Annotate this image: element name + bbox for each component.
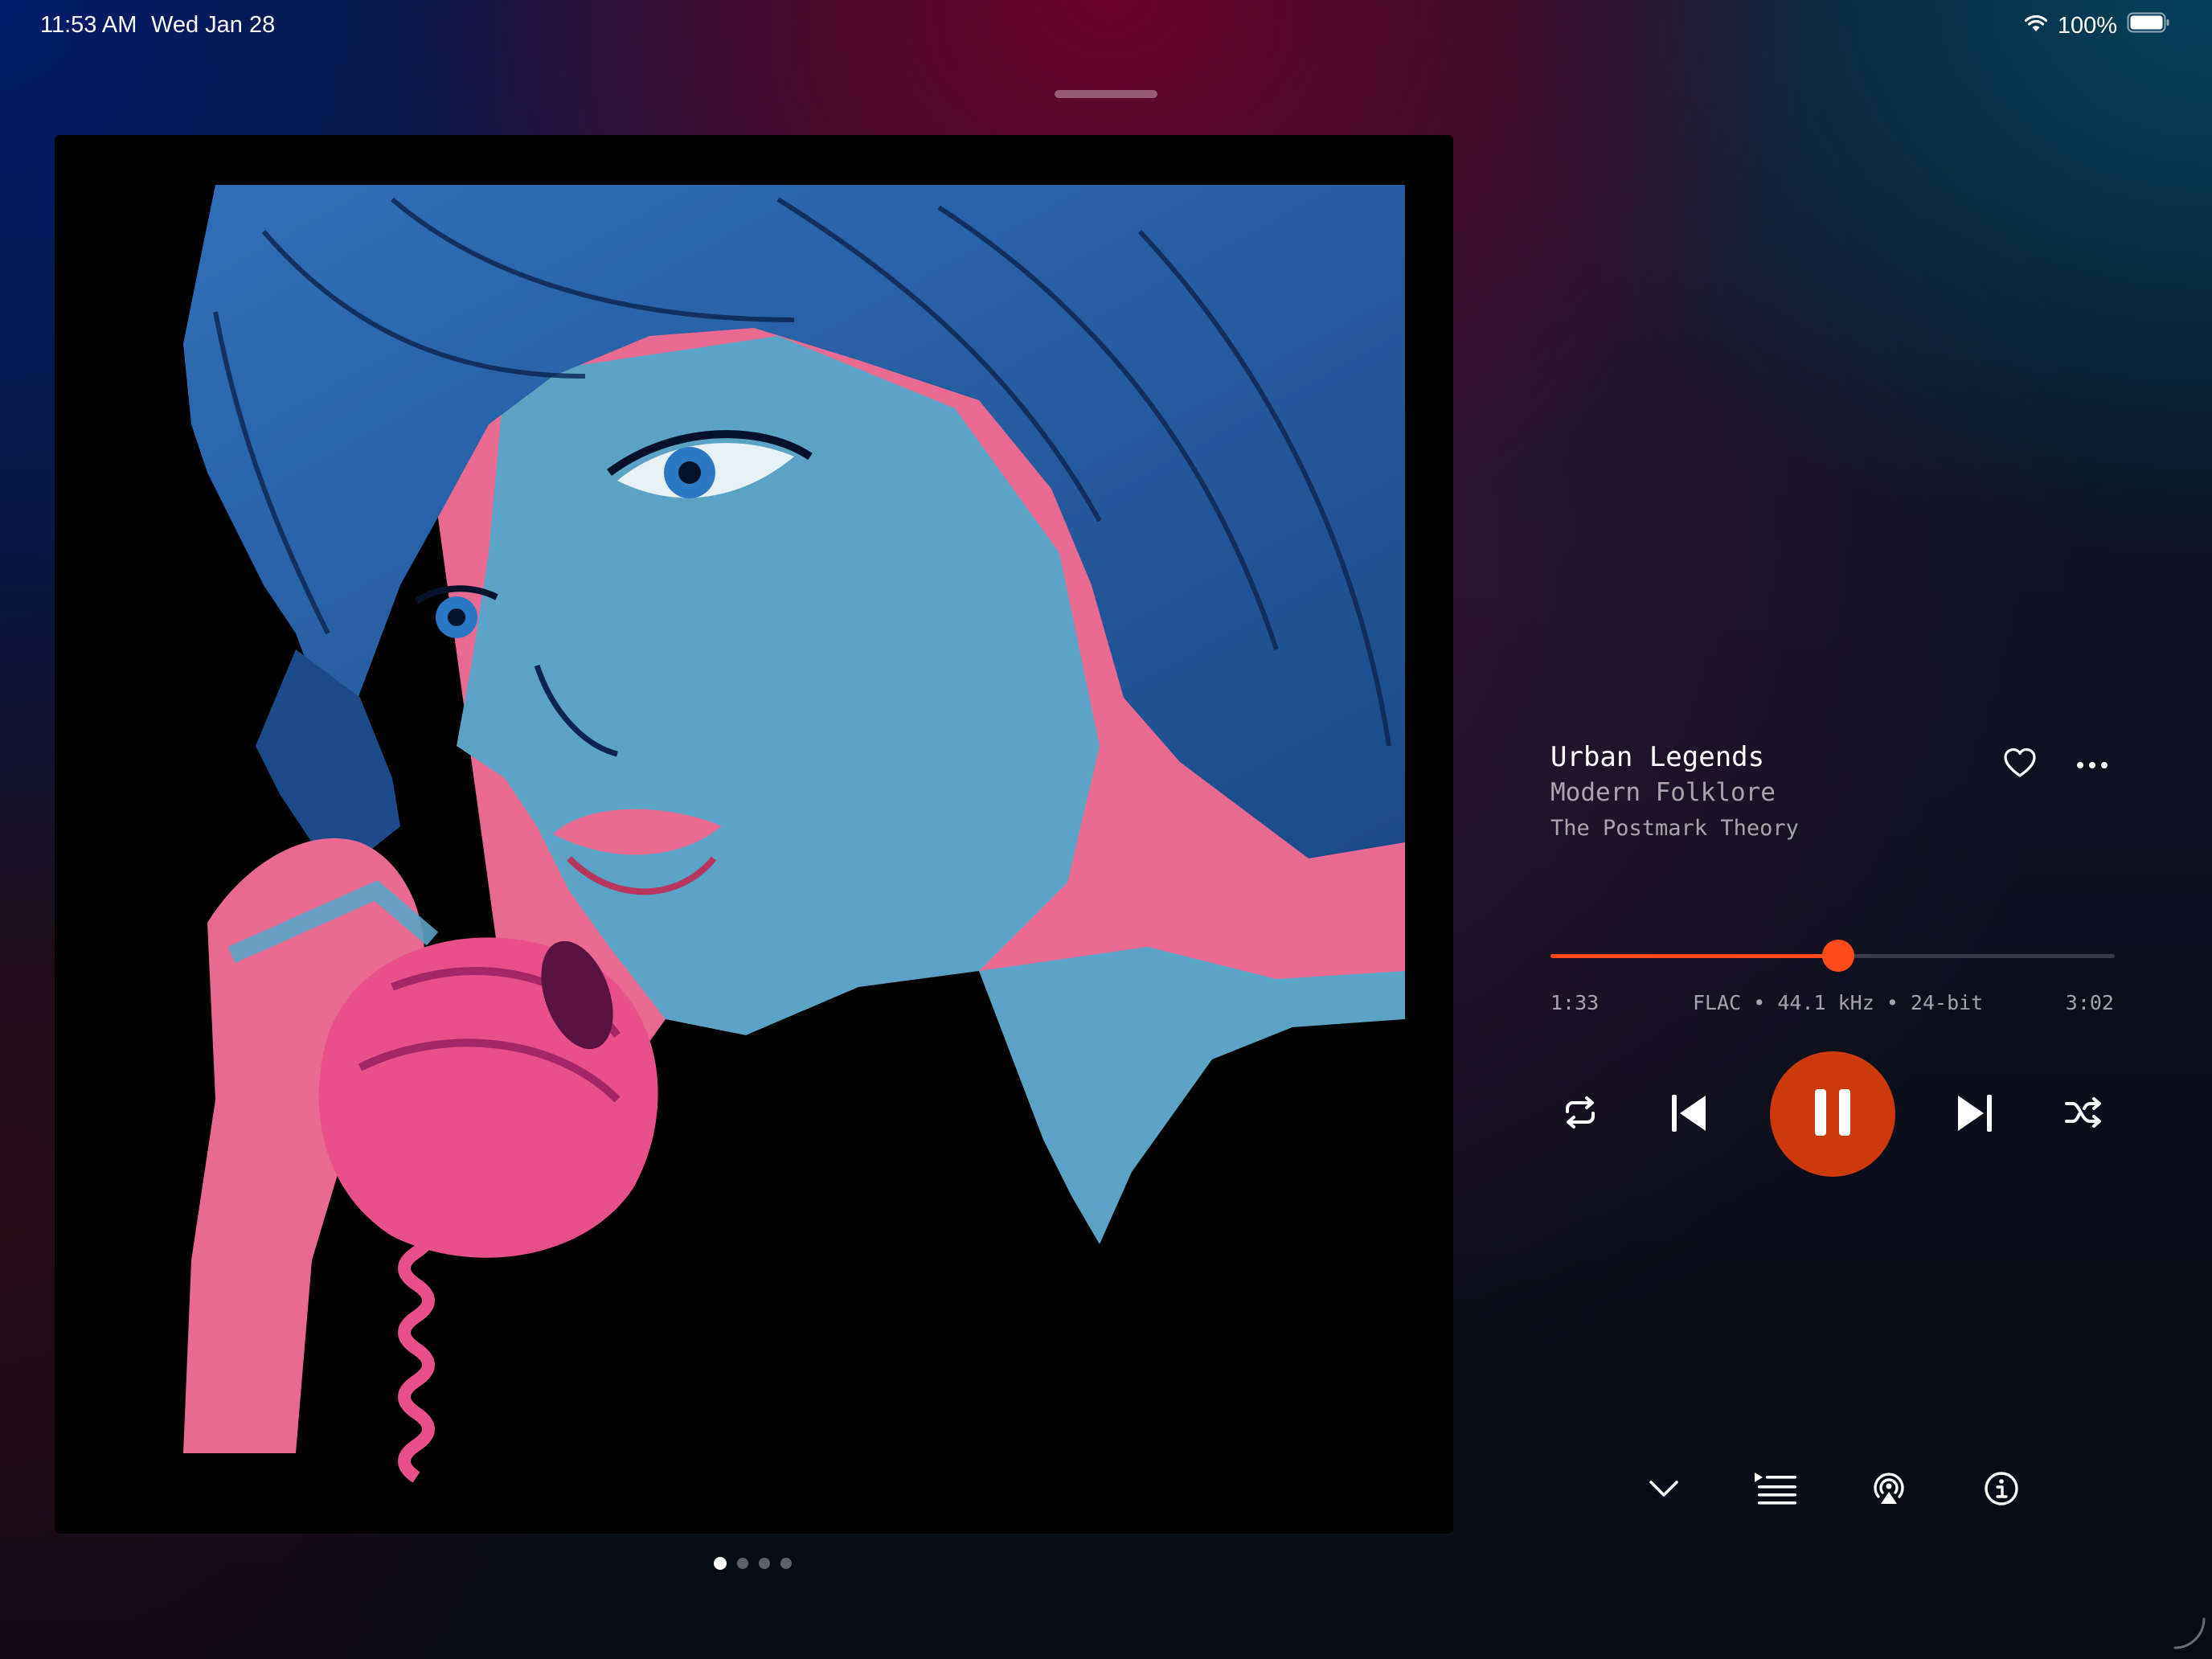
album-name[interactable]: Modern Folklore	[1550, 778, 1776, 807]
page-dot-1[interactable]	[714, 1557, 727, 1570]
album-artwork-illustration	[55, 135, 1453, 1534]
status-time: 11:53 AM	[40, 12, 137, 38]
status-indicators: 100%	[2024, 12, 2170, 39]
heart-icon	[2003, 748, 2037, 781]
ellipsis-icon	[2076, 757, 2108, 772]
resize-corner-icon	[2172, 1616, 2207, 1654]
audio-format-label: FLAC • 44.1 kHz • 24-bit	[1693, 991, 1984, 1014]
repeat-icon	[1561, 1096, 1600, 1133]
artwork-page-indicator[interactable]	[714, 1557, 792, 1570]
pause-icon	[1813, 1088, 1852, 1141]
queue-button[interactable]	[1751, 1469, 1800, 1511]
more-options-button[interactable]	[2072, 744, 2112, 784]
next-track-button[interactable]	[1947, 1087, 2003, 1143]
status-bar: 11:53 AM Wed Jan 28 100%	[0, 0, 2212, 51]
previous-track-button[interactable]	[1661, 1087, 1717, 1143]
shuffle-button[interactable]	[2059, 1090, 2108, 1138]
airplay-button[interactable]	[1868, 1469, 1910, 1511]
progress-fill	[1550, 954, 1839, 958]
favorite-button[interactable]	[2000, 744, 2040, 784]
chevron-down-icon	[1648, 1479, 1680, 1501]
page-dot-3[interactable]	[759, 1558, 770, 1569]
artist-name[interactable]: The Postmark Theory	[1550, 816, 1799, 841]
shuffle-icon	[2064, 1096, 2103, 1132]
page-dot-2[interactable]	[737, 1558, 748, 1569]
elapsed-time: 1:33	[1550, 991, 1600, 1014]
album-artwork[interactable]	[55, 135, 1453, 1534]
dismiss-player-button[interactable]	[1643, 1469, 1685, 1511]
info-icon	[1984, 1471, 2019, 1509]
battery-icon	[2127, 12, 2170, 39]
track-info-button[interactable]	[1981, 1469, 2022, 1511]
battery-percent: 100%	[2057, 12, 2117, 39]
queue-icon	[1753, 1471, 1798, 1509]
progress-thumb[interactable]	[1822, 940, 1855, 972]
wifi-icon	[2024, 13, 2048, 39]
next-icon	[1955, 1093, 1995, 1137]
track-title: Urban Legends	[1550, 741, 1765, 773]
status-date: Wed Jan 28	[151, 12, 276, 38]
previous-icon	[1669, 1093, 1709, 1137]
repeat-button[interactable]	[1556, 1090, 1604, 1138]
progress-slider[interactable]	[1550, 940, 2115, 972]
airplay-icon	[1871, 1471, 1907, 1509]
total-time: 3:02	[2065, 991, 2114, 1014]
sheet-grabber[interactable]	[1055, 90, 1157, 98]
pause-button[interactable]	[1770, 1051, 1895, 1177]
page-dot-4[interactable]	[780, 1558, 792, 1569]
